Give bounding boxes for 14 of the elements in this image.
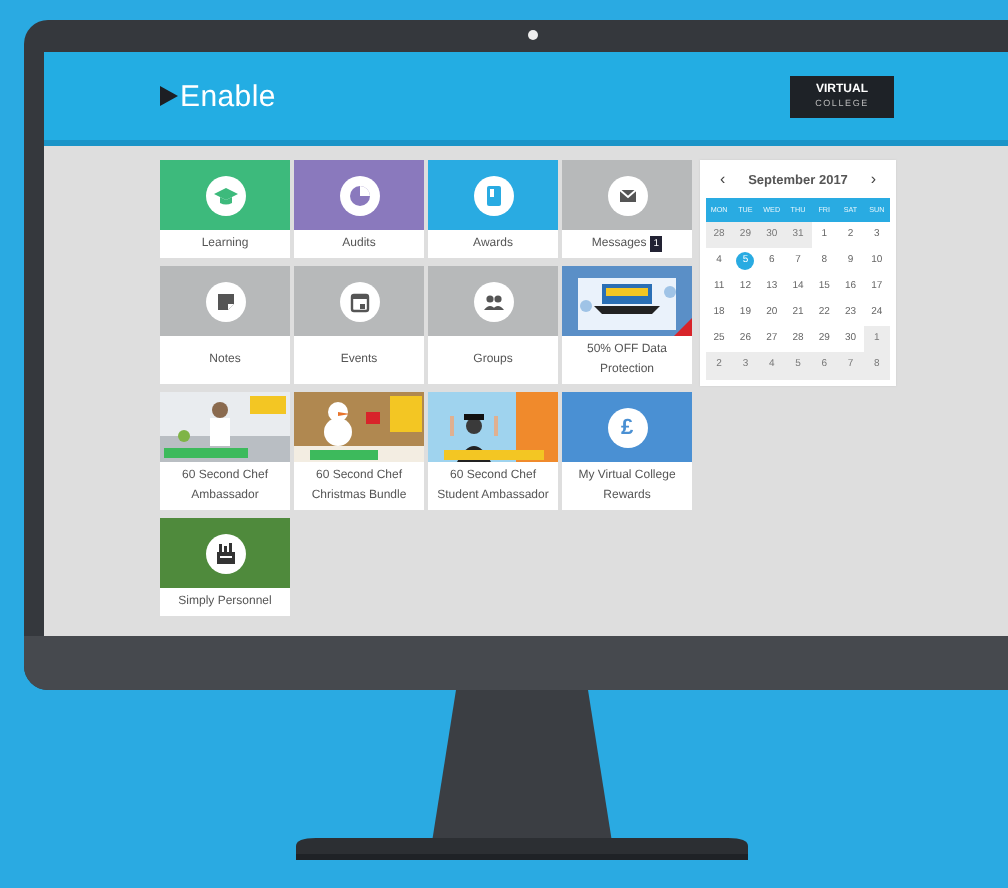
people-icon (473, 281, 513, 321)
graduation-cap-icon (205, 175, 245, 215)
prev-month-button[interactable]: ‹ (716, 170, 730, 190)
camera-icon (528, 30, 538, 40)
toolbox-icon (205, 533, 245, 573)
book-icon (473, 175, 513, 215)
calendar-icon (339, 281, 379, 321)
pie-chart-icon (339, 175, 379, 215)
play-icon (160, 86, 178, 106)
next-month-button[interactable]: › (866, 170, 880, 190)
note-icon (205, 281, 245, 321)
envelope-icon (607, 175, 647, 215)
pound-symbol: £ (607, 407, 647, 447)
app-title: Enable (180, 79, 276, 113)
